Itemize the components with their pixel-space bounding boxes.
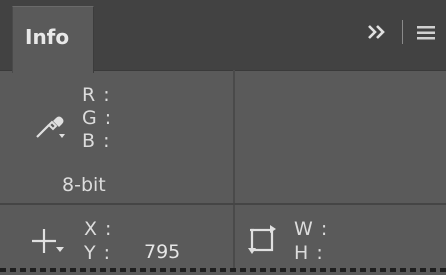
x-coordinate-label: X : (84, 218, 113, 240)
crosshair-options-button[interactable] (30, 226, 66, 256)
tab-info[interactable]: Info (12, 6, 94, 73)
width-label: W : (294, 218, 329, 240)
red-channel-label: R : (82, 84, 111, 106)
bit-depth-label: 8-bit (62, 174, 106, 196)
collapse-panel-button[interactable] (366, 18, 388, 46)
selection-size-indicator (246, 224, 278, 256)
eyedropper-button[interactable] (32, 108, 66, 142)
section-divider-horizontal (0, 203, 446, 205)
selection-bounds-icon (248, 225, 276, 254)
section-divider-vertical-bottom (233, 205, 235, 271)
y-coordinate-label: Y : (84, 242, 112, 264)
blue-channel-label: B : (82, 130, 111, 152)
double-chevron-right-icon (368, 25, 385, 39)
green-channel-label: G : (82, 107, 113, 129)
info-panel: Info R : G : B : 8-bit X: Y: 795 W: H… (0, 0, 446, 275)
height-label: H : (294, 242, 324, 264)
header-divider (402, 20, 403, 44)
eyedropper-icon (36, 116, 65, 138)
panel-menu-button[interactable] (414, 20, 438, 46)
crosshair-icon (32, 229, 64, 253)
panel-header: Info (0, 0, 446, 73)
panel-bottom-edge (0, 268, 446, 272)
section-divider-vertical-top (233, 70, 235, 203)
hamburger-menu-icon (417, 26, 435, 40)
y-coordinate-value: 795 (144, 241, 181, 263)
tab-info-label: Info (25, 25, 70, 49)
